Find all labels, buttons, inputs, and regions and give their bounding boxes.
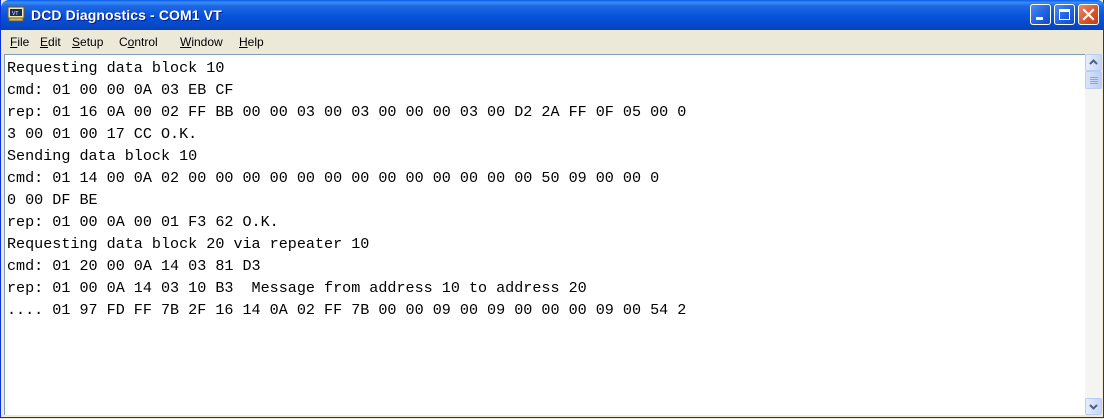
terminal-line: 0 00 DF BE xyxy=(7,191,98,209)
menu-help[interactable]: Help xyxy=(239,35,264,49)
scroll-down-arrow-icon xyxy=(1089,404,1098,410)
terminal-line: Requesting data block 10 xyxy=(7,59,225,77)
terminal-line: rep: 01 00 0A 14 03 10 B3 Message from a… xyxy=(7,279,587,297)
thumb-grip-line xyxy=(1090,79,1098,80)
menu-file[interactable]: File xyxy=(10,35,29,49)
thumb-grip-line xyxy=(1090,81,1098,82)
terminal-line: 3 00 01 00 17 CC O.K. xyxy=(7,125,198,143)
scroll-thumb[interactable] xyxy=(1085,71,1102,89)
title-bar[interactable]: VT DCD Diagnostics - COM1 VT xyxy=(1,0,1104,30)
menu-edit[interactable]: Edit xyxy=(40,35,61,49)
svg-text:VT: VT xyxy=(12,11,18,17)
terminal-line: rep: 01 00 0A 00 01 F3 62 O.K. xyxy=(7,213,279,231)
close-icon xyxy=(1082,8,1095,21)
vertical-scrollbar[interactable] xyxy=(1085,54,1102,415)
minimize-icon xyxy=(1036,17,1043,20)
thumb-grip-line xyxy=(1090,77,1098,78)
menu-window[interactable]: Window xyxy=(180,35,223,49)
terminal-line: rep: 01 16 0A 00 02 FF BB 00 00 03 00 03… xyxy=(7,103,687,121)
menu-bar: File Edit Setup Control Window Help xyxy=(4,30,1102,54)
terminal-line: Sending data block 10 xyxy=(7,147,198,165)
close-button[interactable] xyxy=(1078,4,1099,25)
terminal-line: .... 01 97 FD FF 7B 2F 16 14 0A 02 FF 7B… xyxy=(7,301,687,319)
maximize-icon xyxy=(1059,9,1070,20)
terminal-line: cmd: 01 14 00 0A 02 00 00 00 00 00 00 00… xyxy=(7,169,660,187)
terminal-app-icon[interactable]: VT xyxy=(7,6,25,22)
terminal-line: cmd: 01 00 00 0A 03 EB CF xyxy=(7,81,234,99)
menu-setup[interactable]: Setup xyxy=(72,35,103,49)
terminal-line: Requesting data block 20 via repeater 10 xyxy=(7,235,370,253)
terminal-output[interactable]: Requesting data block 10 cmd: 01 00 00 0… xyxy=(4,54,1085,415)
maximize-button[interactable] xyxy=(1054,4,1075,25)
app-window: VT DCD Diagnostics - COM1 VT File Edit S… xyxy=(0,0,1104,418)
scroll-up-arrow-icon xyxy=(1089,59,1098,65)
window-title: DCD Diagnostics - COM1 VT xyxy=(31,7,222,23)
thumb-grip-line xyxy=(1090,83,1098,84)
scroll-up-button[interactable] xyxy=(1085,54,1102,71)
terminal-line: cmd: 01 20 00 0A 14 03 81 D3 xyxy=(7,257,261,275)
scroll-down-button[interactable] xyxy=(1085,398,1102,415)
menu-control[interactable]: Control xyxy=(119,35,158,49)
minimize-button[interactable] xyxy=(1030,4,1051,25)
